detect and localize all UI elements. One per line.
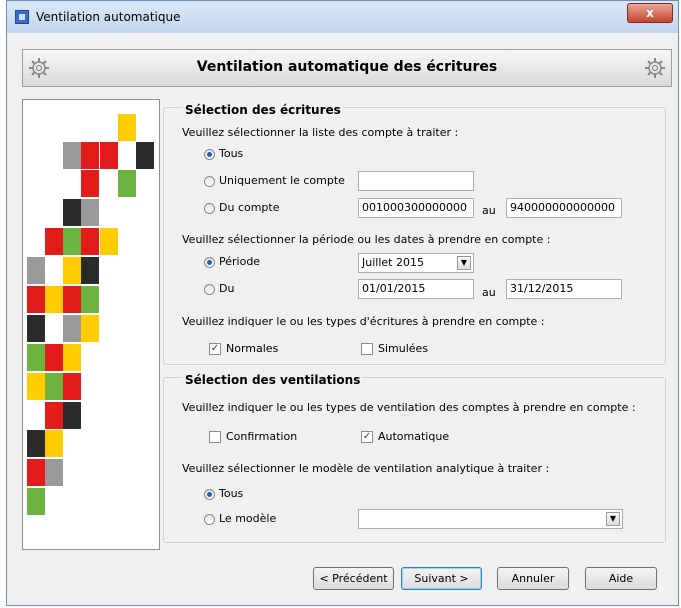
checkbox-confirmation[interactable] [209, 431, 221, 443]
radio-le-modele-label[interactable]: Le modèle [219, 512, 276, 525]
mosaic-square [81, 228, 99, 255]
radio-du-compte-label[interactable]: Du compte [219, 201, 280, 214]
checkbox-simulees[interactable] [361, 343, 373, 355]
periode-select-value: Juillet 2015 [362, 256, 424, 269]
mosaic-square [118, 170, 136, 197]
checkbox-automatique[interactable]: ✓ [361, 431, 373, 443]
radio-periode[interactable] [204, 257, 215, 268]
types-ventilation-prompt: Veuillez indiquer le ou les types de ven… [182, 401, 636, 414]
date-to-input[interactable]: 31/12/2015 [506, 279, 622, 299]
mosaic-square [45, 344, 63, 371]
help-button[interactable]: Aide [585, 567, 657, 590]
au-label-dates: au [482, 286, 496, 299]
mosaic-square [45, 286, 63, 313]
radio-periode-label[interactable]: Période [219, 255, 260, 268]
mosaic-square [81, 315, 99, 342]
mosaic-square [63, 257, 81, 284]
checkbox-automatique-label[interactable]: Automatique [378, 430, 449, 443]
mosaic-square [27, 315, 45, 342]
mosaic-square [81, 286, 99, 313]
radio-uniquement-compte[interactable] [204, 176, 215, 187]
radio-modele-tous-label[interactable]: Tous [219, 487, 243, 500]
types-ecritures-prompt: Veuillez indiquer le ou les types d'écri… [182, 315, 545, 328]
mosaic-square [45, 402, 63, 429]
close-button[interactable]: x [627, 3, 673, 23]
section-ventilations-title: Sélection des ventilations [183, 373, 363, 387]
mosaic-square [63, 199, 81, 226]
au-label: au [482, 204, 496, 217]
chevron-down-icon[interactable]: ▼ [606, 512, 620, 526]
period-prompt: Veuillez sélectionner la période ou les … [182, 233, 551, 246]
mosaic-square [63, 142, 81, 169]
mosaic-square [27, 430, 45, 457]
mosaic-square [63, 344, 81, 371]
mosaic-square [63, 402, 81, 429]
mosaic-square [45, 228, 63, 255]
mosaic-square [100, 142, 118, 169]
date-from-input[interactable]: 01/01/2015 [358, 279, 474, 299]
app-icon [15, 10, 29, 24]
mosaic-square [81, 257, 99, 284]
radio-accounts-tous[interactable] [204, 149, 215, 160]
window-title: Ventilation automatique [36, 10, 181, 24]
compte-to-input[interactable]: 940000000000000 [506, 198, 622, 218]
radio-du-compte[interactable] [204, 203, 215, 214]
mosaic-square [27, 257, 45, 284]
radio-du-dates[interactable] [204, 284, 215, 295]
mosaic-square [63, 286, 81, 313]
mosaic-square [63, 315, 81, 342]
mosaic-square [81, 142, 99, 169]
modele-select[interactable]: ▼ [358, 509, 623, 529]
mosaic-square [45, 459, 63, 486]
checkbox-simulees-label[interactable]: Simulées [378, 342, 428, 355]
next-button[interactable]: Suivant > [401, 567, 482, 590]
mosaic-square [81, 199, 99, 226]
gear-icon [645, 58, 665, 78]
mosaic-square [45, 430, 63, 457]
radio-uniquement-compte-label[interactable]: Uniquement le compte [219, 174, 345, 187]
radio-le-modele[interactable] [204, 514, 215, 525]
mosaic-square [27, 286, 45, 313]
section-ecritures-title: Sélection des écritures [183, 103, 343, 117]
previous-button[interactable]: < Précédent [313, 567, 394, 590]
modele-prompt: Veuillez sélectionner le modèle de venti… [182, 462, 550, 475]
checkbox-normales[interactable]: ✓ [209, 343, 221, 355]
compte-from-input[interactable]: 001000300000000 [358, 198, 474, 218]
mosaic-square [27, 488, 45, 515]
mosaic-square [27, 459, 45, 486]
radio-du-dates-label[interactable]: Du [219, 282, 234, 295]
mosaic-square [27, 344, 45, 371]
cancel-button[interactable]: Annuler [497, 567, 569, 590]
periode-select[interactable]: Juillet 2015 ▼ [358, 253, 474, 273]
checkbox-confirmation-label[interactable]: Confirmation [226, 430, 297, 443]
uniquement-compte-input[interactable] [358, 171, 474, 191]
accounts-prompt: Veuillez sélectionner la liste des compt… [182, 126, 459, 139]
radio-modele-tous[interactable] [204, 489, 215, 500]
radio-accounts-tous-label[interactable]: Tous [219, 147, 243, 160]
wizard-header: Ventilation automatique des écritures [22, 49, 672, 87]
mosaic-square [118, 114, 136, 141]
mosaic-square [63, 373, 81, 400]
header-title: Ventilation automatique des écritures [196, 59, 498, 75]
checkbox-normales-label[interactable]: Normales [226, 342, 278, 355]
mosaic-square [45, 373, 63, 400]
mosaic-square [63, 228, 81, 255]
mosaic-square [136, 142, 154, 169]
mosaic-square [100, 228, 118, 255]
mosaic-square [27, 373, 45, 400]
chevron-down-icon[interactable]: ▼ [457, 256, 471, 270]
decorative-mosaic-panel [22, 99, 160, 550]
mosaic-square [81, 170, 99, 197]
title-bar: Ventilation automatique x [7, 1, 678, 33]
